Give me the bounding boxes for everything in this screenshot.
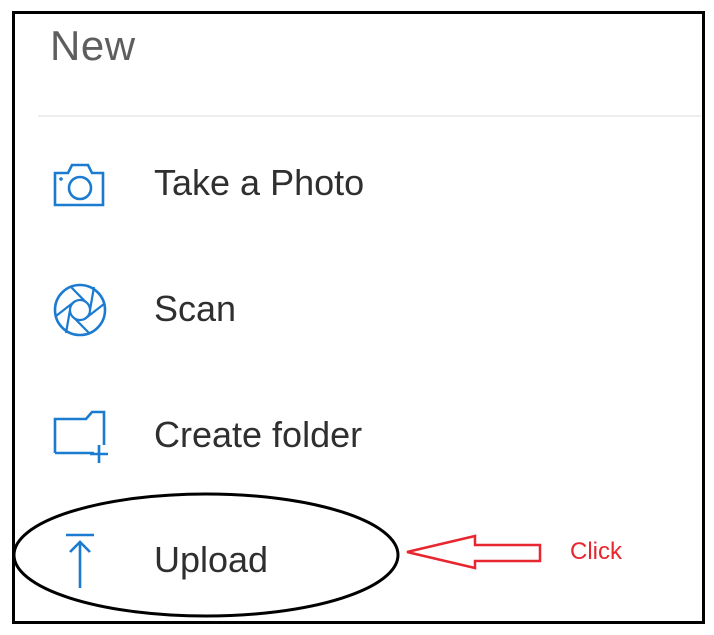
menu-item-take-photo[interactable]: Take a Photo bbox=[38, 143, 678, 223]
menu-item-label: Create folder bbox=[154, 414, 363, 455]
menu-title: New bbox=[50, 22, 136, 69]
folder-add-icon bbox=[50, 407, 110, 465]
menu-item-scan[interactable]: Scan bbox=[38, 269, 678, 349]
menu-item-label: Upload bbox=[154, 539, 269, 580]
aperture-icon bbox=[50, 281, 110, 339]
upload-icon bbox=[50, 532, 110, 590]
click-callout: Click bbox=[570, 538, 622, 565]
menu-item-label: Scan bbox=[154, 288, 237, 329]
menu-item-label: Take a Photo bbox=[154, 162, 365, 203]
title-divider bbox=[38, 115, 701, 117]
camera-icon bbox=[50, 155, 110, 213]
menu-item-create-folder[interactable]: Create folder bbox=[38, 395, 678, 475]
